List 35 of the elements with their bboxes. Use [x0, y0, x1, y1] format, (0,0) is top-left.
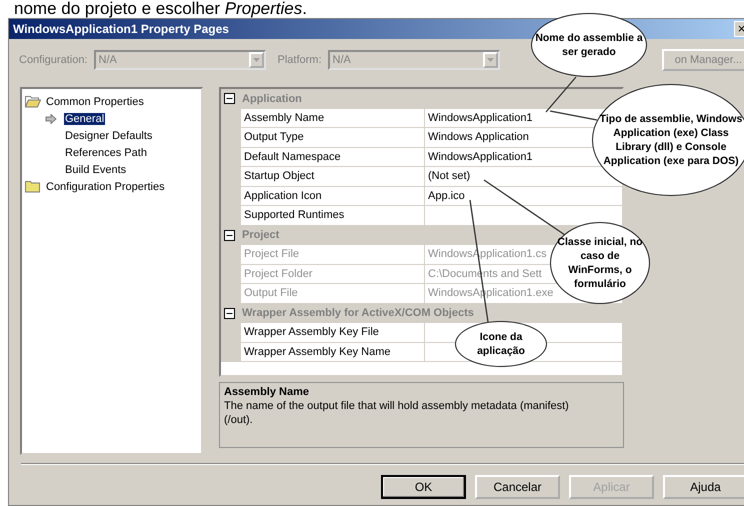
tree-item[interactable]: Configuration Properties — [45, 180, 166, 192]
tree-item[interactable]: General — [64, 112, 106, 124]
dialog-button[interactable]: Cancelar — [475, 475, 560, 499]
property-name[interactable]: Wrapper Assembly Key Name — [221, 342, 425, 361]
section-header: Project — [242, 229, 280, 242]
dialog-button[interactable]: OK — [381, 475, 466, 499]
property-name[interactable]: Application Icon — [221, 186, 425, 205]
configuration-label: Configuration: — [19, 54, 88, 66]
caption-text: nome do projeto e escolher Properties. — [13, 0, 308, 18]
property-value[interactable]: Windows Application — [428, 131, 529, 144]
collapse-icon[interactable] — [224, 93, 235, 104]
tree-item[interactable]: References Path — [64, 146, 148, 158]
window-title: WindowsApplication1 Property Pages — [12, 22, 229, 36]
section-header: Wrapper Assembly for ActiveX/COM Objects — [242, 307, 474, 320]
collapse-icon[interactable] — [224, 230, 235, 241]
tree-item[interactable]: Designer Defaults — [64, 130, 154, 142]
close-button[interactable]: × — [734, 21, 744, 37]
property-name[interactable]: Assembly Name — [221, 108, 425, 127]
description-text: The name of the output file that will hold assembly metadata (manifest) (/out). — [224, 399, 570, 427]
property-value[interactable]: App.ico — [428, 190, 465, 202]
section-header: Application — [242, 92, 302, 105]
property-name[interactable]: Startup Object — [221, 167, 425, 186]
property-name[interactable]: Output Type — [221, 128, 425, 146]
property-value[interactable]: WindowsApplication1 — [428, 112, 533, 124]
property-value[interactable]: WindowsApplication1 — [428, 150, 533, 163]
arrow-icon — [45, 114, 57, 124]
tree-item[interactable]: Common Properties — [45, 96, 145, 108]
tree-item[interactable]: Build Events — [64, 164, 128, 176]
dialog-button[interactable]: Ajuda — [663, 475, 744, 499]
property-name[interactable]: Default Namespace — [221, 148, 425, 166]
description-title: Assembly Name — [224, 386, 310, 398]
property-name[interactable]: Wrapper Assembly Key File — [221, 323, 425, 342]
collapse-icon[interactable] — [224, 308, 235, 319]
platform-label: Platform: — [278, 54, 322, 66]
property-value[interactable]: (Not set) — [428, 170, 470, 182]
